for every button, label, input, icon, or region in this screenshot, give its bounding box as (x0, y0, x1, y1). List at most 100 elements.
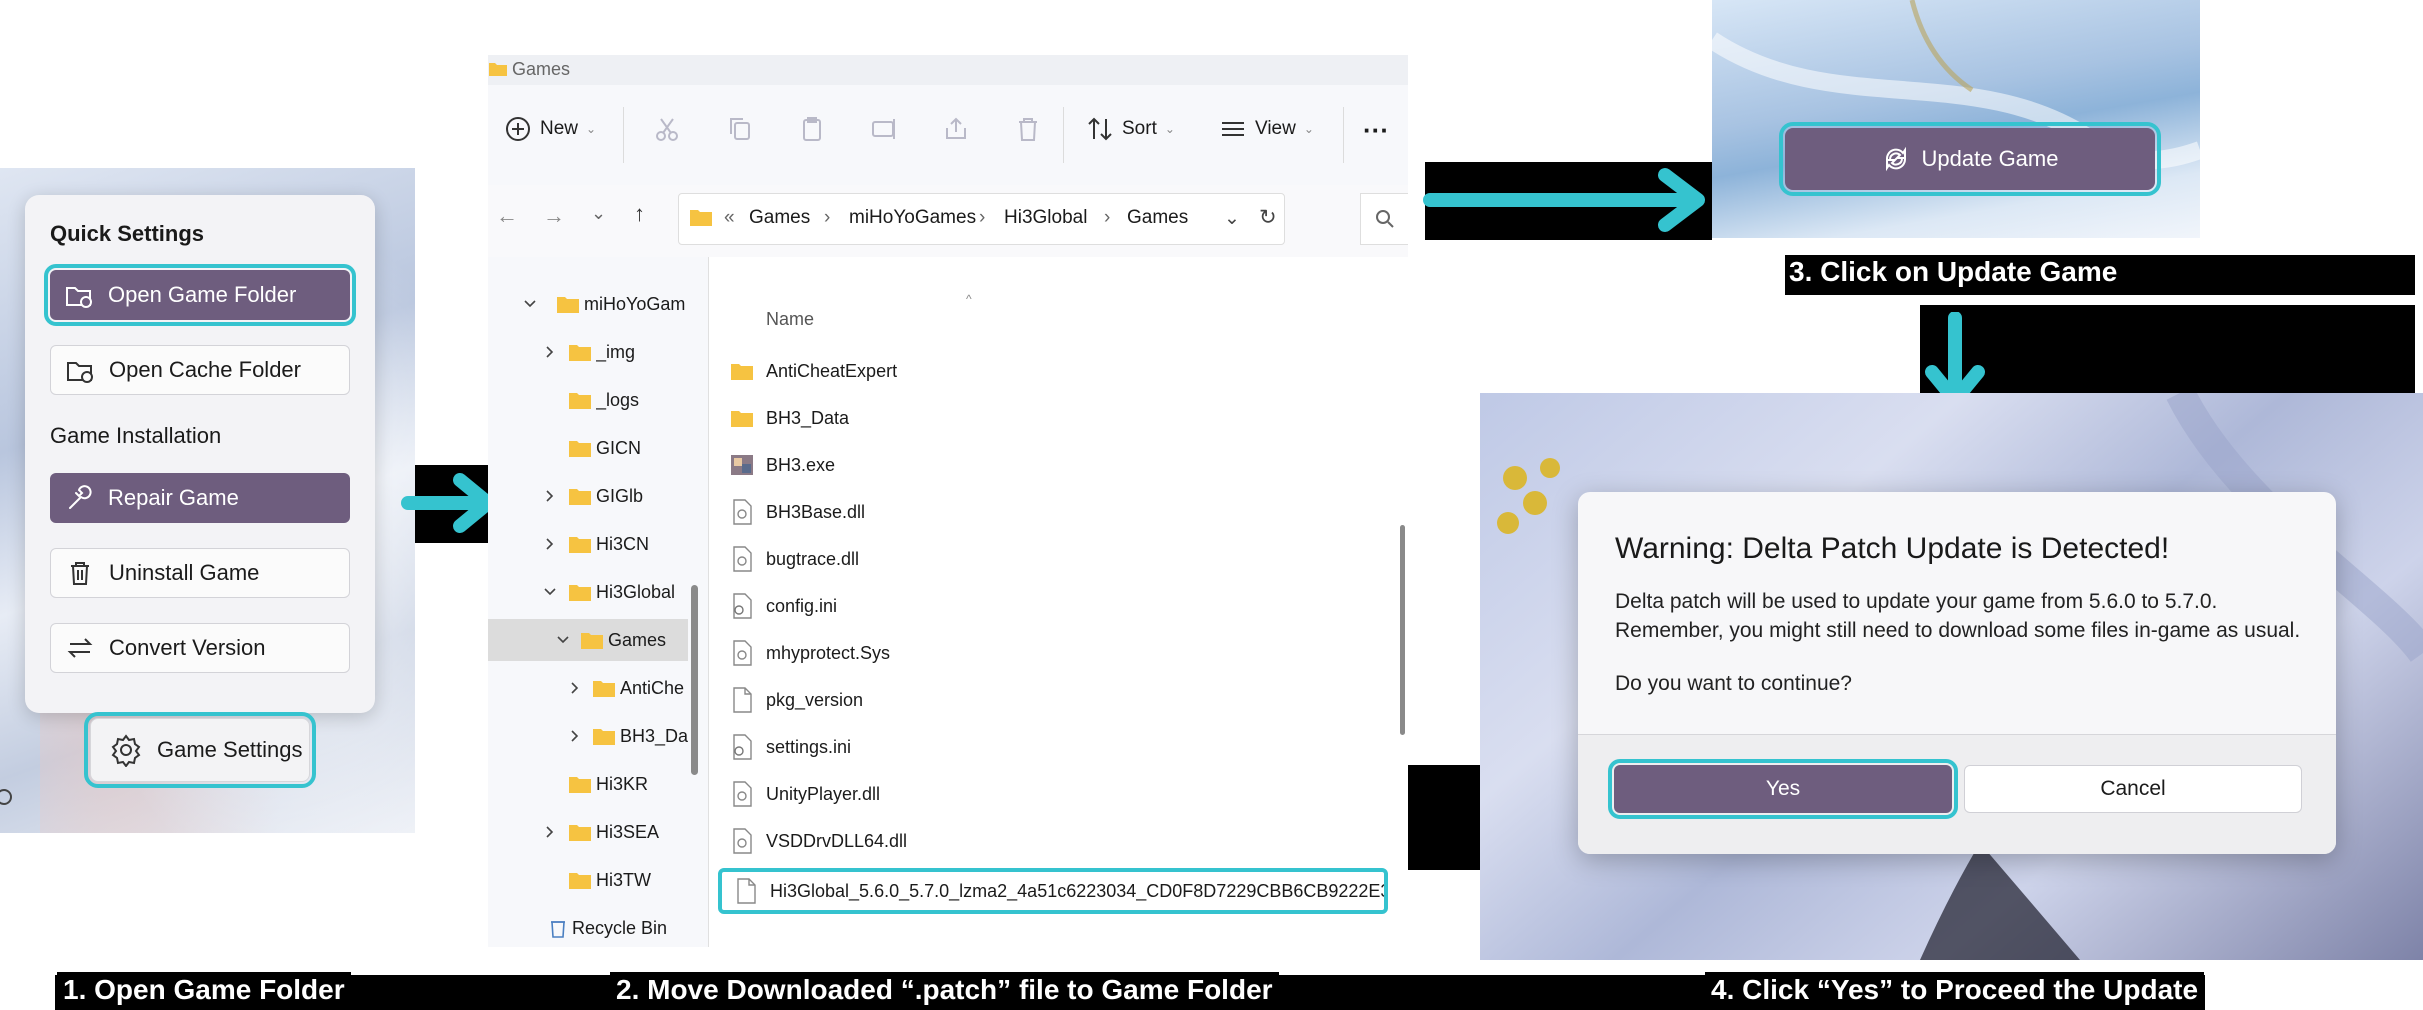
tree-item[interactable]: Recycle Bin (488, 907, 688, 948)
backdrop-block (1408, 765, 1480, 870)
search-icon (1376, 210, 1394, 228)
navigation-pane: miHoYoGam _img _logs GICN GIGlb Hi3CN Hi3Globa… (488, 257, 708, 947)
file-row[interactable]: AntiCheatExpert (730, 351, 897, 391)
breadcrumb-overflow-icon[interactable]: « (724, 207, 735, 229)
cancel-button[interactable]: Cancel (1964, 765, 2302, 813)
file-row[interactable]: BH3_Data (730, 398, 849, 438)
tree-item[interactable]: AntiChe (488, 667, 688, 709)
tree-item[interactable]: _img (488, 331, 688, 373)
chevron-right-icon[interactable] (568, 681, 582, 695)
open-game-folder-button[interactable]: Open Game Folder (44, 264, 356, 326)
tree-item[interactable]: Hi3Global (488, 571, 688, 613)
paste-button[interactable] (798, 115, 834, 143)
tree-item-label: Hi3KR (596, 773, 649, 794)
caption-step3: 3. Click on Update Game (1785, 256, 2122, 288)
name-column-header[interactable]: Name (766, 309, 814, 330)
chevron-down-icon[interactable] (523, 297, 537, 311)
folder-icon (730, 405, 754, 431)
nav-scrollbar[interactable] (691, 585, 698, 775)
chevron-right-icon[interactable] (543, 825, 557, 839)
file-icon (730, 687, 754, 713)
file-row[interactable]: VSDDrvDLL64.dll (730, 821, 907, 861)
update-game-button[interactable]: Update Game (1779, 122, 2161, 196)
scissors-icon (653, 115, 681, 143)
file-row[interactable]: bugtrace.dll (730, 539, 859, 579)
file-list: Name ^ AntiCheatExpert BH3_Data BH3.exe BH3… (716, 257, 1408, 947)
dialog-body-line2: Remember, you might still need to downlo… (1615, 619, 2301, 642)
folder-icon (690, 210, 712, 226)
settings-file-icon (730, 593, 754, 619)
tree-item[interactable]: Hi3SEA (488, 811, 688, 853)
refresh-icon[interactable]: ↻ (1259, 205, 1277, 230)
chevron-down-icon: ⌄ (1303, 122, 1314, 136)
convert-version-button[interactable]: Convert Version (50, 623, 350, 673)
delete-button[interactable] (1014, 115, 1050, 143)
chevron-right-icon[interactable] (543, 489, 557, 503)
dialog-body-line1: Delta patch will be used to update your … (1615, 590, 2218, 613)
caption-step2: 2. Move Downloaded “.patch” file to Game… (610, 972, 1279, 1008)
chevron-right-icon[interactable] (543, 537, 557, 551)
chevron-right-icon[interactable] (543, 345, 557, 359)
file-row[interactable]: settings.ini (730, 727, 851, 767)
chevron-down-icon[interactable] (556, 633, 570, 647)
patch-file-row[interactable]: Hi3Global_5.6.0_5.7.0_lzma2_4a51c6223034… (718, 868, 1388, 914)
share-button[interactable] (942, 115, 978, 143)
file-name: pkg_version (766, 689, 864, 710)
up-arrow-icon[interactable]: ↑ (634, 201, 645, 227)
breadcrumb-games[interactable]: Games (749, 207, 810, 229)
tree-item[interactable]: Hi3TW (488, 859, 688, 901)
convert-version-label: Convert Version (109, 635, 266, 660)
copy-button[interactable] (726, 115, 762, 143)
forward-arrow-icon[interactable]: → (543, 203, 565, 229)
refresh-icon (1882, 145, 1910, 173)
tree-item-label: _logs (596, 389, 640, 410)
chevron-down-icon[interactable] (543, 585, 557, 599)
breadcrumb-games-current[interactable]: Games (1127, 207, 1188, 229)
tree-item-label: Hi3Global (596, 581, 676, 602)
rename-button[interactable] (870, 115, 906, 143)
view-button[interactable]: View ⌄ (1219, 115, 1314, 143)
breadcrumb-mihoyogames[interactable]: miHoYoGames (849, 207, 976, 229)
cut-button[interactable] (653, 115, 689, 143)
dialog-footer: Yes Cancel (1578, 734, 2336, 854)
sort-button[interactable]: Sort ⌄ (1086, 115, 1175, 143)
address-dropdown-icon[interactable]: ⌄ (1224, 207, 1240, 230)
file-row[interactable]: UnityPlayer.dll (730, 774, 880, 814)
address-bar[interactable]: « Games › miHoYoGames › Hi3Global › Game… (678, 193, 1285, 245)
file-name: settings.ini (766, 736, 852, 757)
tree-item-label: GICN (596, 437, 641, 458)
breadcrumb-hi3global[interactable]: Hi3Global (1004, 207, 1087, 229)
file-row[interactable]: BH3.exe (730, 445, 835, 485)
tree-item[interactable]: BH3_Da (488, 715, 688, 757)
folder-icon (592, 678, 616, 698)
file-name: BH3Base.dll (766, 501, 866, 522)
file-list-scrollbar[interactable] (1400, 525, 1405, 735)
uninstall-game-button[interactable]: Uninstall Game (50, 548, 350, 598)
recent-chevron-icon[interactable]: ⌄ (591, 203, 606, 224)
file-row[interactable]: BH3Base.dll (730, 492, 865, 532)
back-arrow-icon[interactable]: ← (496, 203, 518, 229)
file-name: BH3_Data (766, 407, 850, 428)
repair-game-button[interactable]: Repair Game (50, 473, 350, 523)
chevron-right-icon[interactable] (568, 729, 582, 743)
game-settings-button[interactable]: Game Settings (84, 712, 316, 788)
tree-item[interactable]: GICN (488, 427, 688, 469)
file-name: VSDDrvDLL64.dll (766, 830, 908, 851)
tree-item-label: _img (596, 341, 636, 362)
new-label: New (540, 118, 579, 139)
file-row[interactable]: pkg_version (730, 680, 863, 720)
tree-item[interactable]: Hi3KR (488, 763, 688, 805)
tree-item[interactable]: Games (488, 619, 688, 661)
tree-item[interactable]: Hi3CN (488, 523, 688, 565)
tree-item[interactable]: GIGlb (488, 475, 688, 517)
tree-item[interactable]: miHoYoGam (488, 283, 688, 325)
view-label: View (1255, 118, 1296, 139)
open-cache-folder-button[interactable]: Open Cache Folder (50, 345, 350, 395)
search-box[interactable] (1360, 193, 1408, 245)
tree-item[interactable]: _logs (488, 379, 688, 421)
more-options-button[interactable]: ··· (1363, 115, 1389, 146)
file-row[interactable]: config.ini (730, 586, 837, 626)
yes-button[interactable]: Yes (1608, 759, 1958, 819)
new-button[interactable]: New ⌄ (504, 115, 596, 143)
file-row[interactable]: mhyprotect.Sys (730, 633, 890, 673)
